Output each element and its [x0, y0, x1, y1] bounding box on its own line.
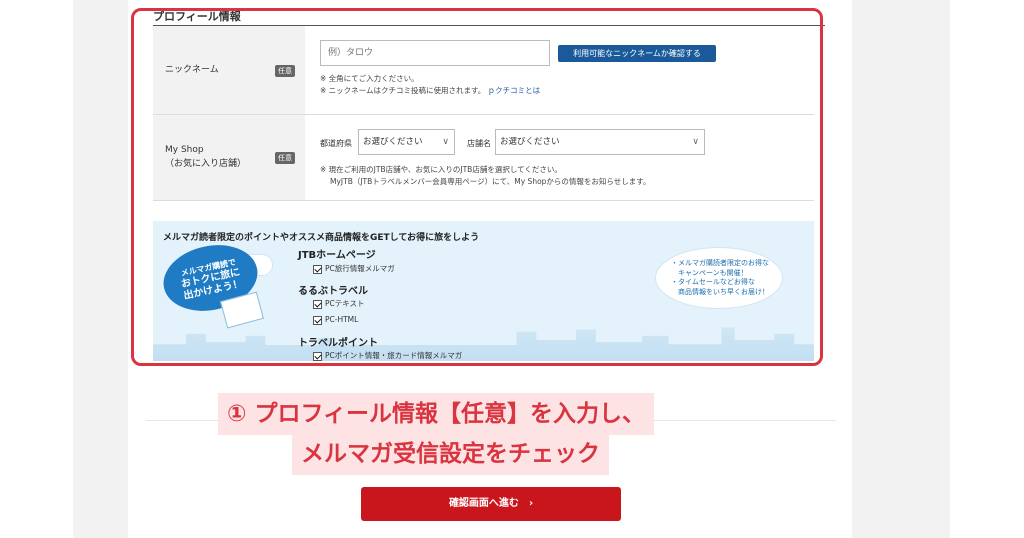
- checkbox-checked-icon[interactable]: [313, 315, 322, 325]
- nickname-note-2: ※ ニックネームはクチコミ投稿に使用されます。 ｐクチコミとは: [320, 85, 540, 97]
- myshop-note-2: MyJTB（JTBトラベルメンバー会員専用ページ）にて、My Shopからの情報…: [330, 177, 651, 186]
- myshop-row: My Shop （お気に入り店舗） 任意 都道府県 お選びください ∨ 店舗名 …: [153, 115, 814, 201]
- benefit-line-2: キャンペーンも開催！: [671, 268, 748, 277]
- category-rurubu-title: るるぶトラベル: [298, 286, 368, 297]
- confirm-button-label: 確認画面へ進む: [448, 498, 519, 509]
- nickname-note-1: ※ 全角にてご入力ください。: [320, 74, 419, 83]
- category-travelpoint-title: トラベルポイント: [298, 338, 378, 349]
- nickname-label: ニックネーム: [165, 65, 219, 75]
- benefit-line-1: ・メルマガ購読者限定のお得な: [671, 259, 769, 267]
- myshop-label-cell: My Shop （お気に入り店舗） 任意: [153, 115, 305, 200]
- kuchikomi-link-text: クチコミとは: [495, 86, 541, 95]
- chevron-right-icon: ›: [528, 498, 534, 509]
- myshop-label-2: （お気に入り店舗）: [165, 159, 247, 169]
- section-title: プロフィール情報: [153, 10, 241, 23]
- check-nickname-button[interactable]: 利用可能なニックネームか確認する: [558, 45, 716, 62]
- option-label: PCポイント情報・旅カード情報メルマガ: [325, 351, 463, 360]
- kuchikomi-link[interactable]: ｐクチコミとは: [488, 86, 541, 95]
- chevron-down-icon: ∨: [442, 137, 449, 147]
- checkbox-checked-icon[interactable]: [313, 264, 322, 274]
- prefecture-label: 都道府県: [320, 139, 352, 148]
- benefit-line-4: 商品情報をいち早くお届け！: [671, 287, 769, 296]
- optional-badge: 任意: [275, 65, 295, 77]
- option-label: PC旅行情報メルマガ: [325, 264, 395, 273]
- benefit-line-3: ・タイムセールなどお得な: [671, 278, 755, 286]
- optional-badge: 任意: [275, 152, 295, 164]
- newsletter-section: メルマガ読者限定のポイントやオススメ商品情報をGETしてお得に旅をしよう メルマ…: [153, 221, 814, 361]
- myshop-label-1: My Shop: [165, 145, 204, 155]
- option-label: PC-HTML: [325, 315, 359, 324]
- city-skyline-illustration: [153, 327, 814, 361]
- chevron-down-icon: ∨: [692, 137, 699, 147]
- kuchikomi-icon: ｐ: [487, 86, 496, 95]
- nickname-row: ニックネーム 任意 利用可能なニックネームか確認する ※ 全角にてご入力ください…: [153, 26, 814, 115]
- option-pc-travel[interactable]: PC旅行情報メルマガ: [313, 263, 395, 274]
- store-select[interactable]: お選びください ∨: [495, 129, 705, 155]
- confirm-button[interactable]: 確認画面へ進む ›: [361, 487, 621, 521]
- left-margin: [73, 0, 128, 538]
- prefecture-value: お選びください: [363, 137, 423, 147]
- checkbox-checked-icon[interactable]: [313, 299, 322, 309]
- nickname-label-cell: ニックネーム 任意: [153, 26, 305, 114]
- nickname-note-2-text: ※ ニックネームはクチコミ投稿に使用されます。: [320, 86, 486, 95]
- option-pc-points[interactable]: PCポイント情報・旅カード情報メルマガ: [313, 350, 462, 361]
- right-margin: [852, 0, 950, 538]
- category-jtb-title: JTBホームページ: [298, 250, 376, 261]
- instruction-caption-line-1: ① プロフィール情報【任意】を入力し、: [218, 393, 655, 435]
- option-label: PCテキスト: [325, 299, 365, 308]
- store-label: 店舗名: [467, 139, 491, 148]
- nickname-input[interactable]: [320, 40, 550, 66]
- prefecture-select[interactable]: お選びください ∨: [358, 129, 455, 155]
- store-value: お選びください: [500, 137, 560, 147]
- myshop-note-1: ※ 現在ご利用のJTB店舗や、お気に入りのJTB店舗を選択してください。: [320, 165, 562, 174]
- profile-form: ニックネーム 任意 利用可能なニックネームか確認する ※ 全角にてご入力ください…: [153, 26, 814, 201]
- instruction-caption-line-2: メルマガ受信設定をチェック: [292, 433, 609, 475]
- benefits-text: ・メルマガ購読者限定のお得な キャンペーンも開催！ ・タイムセールなどお得な 商…: [671, 259, 769, 297]
- option-pc-html[interactable]: PC-HTML: [313, 315, 358, 325]
- checkbox-checked-icon[interactable]: [313, 351, 322, 361]
- option-pc-text[interactable]: PCテキスト: [313, 298, 365, 309]
- newsletter-heading: メルマガ読者限定のポイントやオススメ商品情報をGETしてお得に旅をしよう: [163, 233, 480, 243]
